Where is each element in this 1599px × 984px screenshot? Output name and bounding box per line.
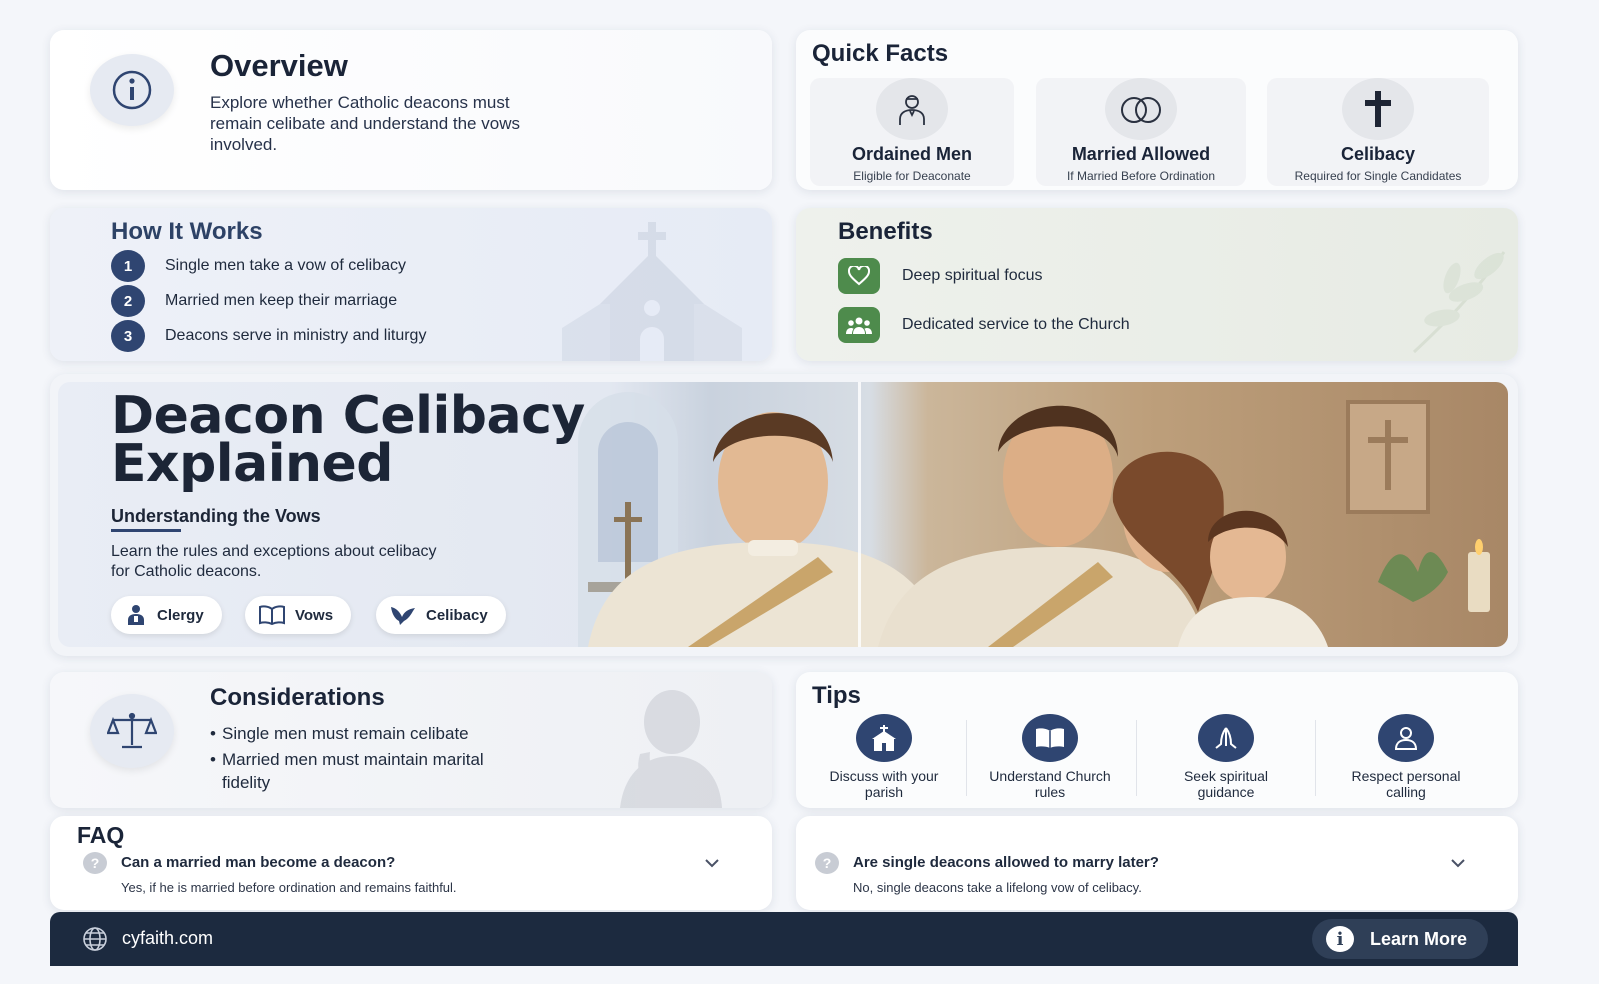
hero-title: Deacon Celibacy Explained xyxy=(111,386,585,494)
tip-item: Respect personal calling xyxy=(1338,714,1474,800)
group-icon xyxy=(838,307,880,343)
book-icon xyxy=(259,605,285,625)
faq-question[interactable]: Are single deacons allowed to marry late… xyxy=(853,854,1159,871)
church-illustration xyxy=(562,222,742,361)
benefit-item: Deep spiritual focus xyxy=(838,258,1043,294)
tip-item: Seek spiritual guidance xyxy=(1158,714,1294,800)
pill-label: Vows xyxy=(295,606,334,624)
person-icon xyxy=(876,78,948,140)
considerations-card: Considerations Single men must remain ce… xyxy=(50,672,772,808)
faq-item-1[interactable]: FAQ ? Can a married man become a deacon?… xyxy=(50,816,772,910)
learn-more-label: Learn More xyxy=(1370,928,1468,949)
praying-hands-icon xyxy=(1198,714,1254,762)
rings-icon xyxy=(1105,78,1177,140)
tip-divider xyxy=(966,720,967,796)
step-number: 3 xyxy=(111,320,145,352)
how-it-works-card: How It Works 1 Single men take a vow of … xyxy=(50,208,772,361)
tips-card: Tips Discuss with your parish Understand… xyxy=(796,672,1518,808)
site-link[interactable]: cyfaith.com xyxy=(122,928,213,949)
tips-title: Tips xyxy=(812,682,861,709)
tip-text: Respect personal calling xyxy=(1351,768,1461,800)
chevron-down-icon[interactable] xyxy=(1450,858,1466,868)
hero-title-line: Deacon Celibacy xyxy=(111,386,585,446)
question-icon: ? xyxy=(83,852,107,874)
benefits-title: Benefits xyxy=(838,218,933,245)
book-icon xyxy=(1022,714,1078,762)
overview-title: Overview xyxy=(210,48,348,83)
footer-bar: cyfaith.com i Learn More xyxy=(50,912,1518,966)
tip-divider xyxy=(1315,720,1316,796)
question-icon: ? xyxy=(815,852,839,874)
hero-banner: Deacon Celibacy Explained Understanding … xyxy=(50,374,1518,656)
tip-text: Seek spiritual guidance xyxy=(1183,768,1269,800)
quick-fact-name: Married Allowed xyxy=(1071,144,1211,164)
faq-title: FAQ xyxy=(77,822,125,848)
quick-fact-ordained-men: Ordained Men Eligible for Deaconate xyxy=(810,78,1014,186)
thinking-silhouette xyxy=(620,690,722,808)
considerations-list: Single men must remain celibate Married … xyxy=(210,722,530,797)
hero-underline xyxy=(111,529,181,532)
hero-subtitle: Understanding the Vows xyxy=(111,506,321,526)
tip-item: Understand Church rules xyxy=(982,714,1118,800)
quick-fact-married-allowed: Married Allowed If Married Before Ordina… xyxy=(1036,78,1246,186)
tip-item: Discuss with your parish xyxy=(816,714,952,800)
clergy-icon xyxy=(128,605,144,625)
heart-icon xyxy=(838,258,880,294)
step-item: 1 Single men take a vow of celibacy xyxy=(111,250,406,282)
benefit-text: Dedicated service to the Church xyxy=(902,316,1130,333)
faq-answer: No, single deacons take a lifelong vow o… xyxy=(853,880,1142,895)
tip-text: Understand Church rules xyxy=(989,768,1111,800)
benefit-text: Deep spiritual focus xyxy=(902,267,1043,284)
pill-celibacy[interactable]: Celibacy xyxy=(376,596,506,634)
step-number: 1 xyxy=(111,250,145,282)
tip-text: Discuss with your parish xyxy=(829,768,939,800)
hero-description: Learn the rules and exceptions about cel… xyxy=(111,543,437,580)
list-item: Single men must remain celibate xyxy=(210,722,530,745)
step-text: Single men take a vow of celibacy xyxy=(165,257,407,274)
overview-card: Overview Explore whether Catholic deacon… xyxy=(50,30,772,190)
step-item: 2 Married men keep their marriage xyxy=(111,285,397,317)
quick-fact-sub: Required for Single Candidates xyxy=(1294,169,1462,183)
church-icon xyxy=(856,714,912,762)
pill-label: Clergy xyxy=(157,606,204,624)
quick-fact-celibacy: Celibacy Required for Single Candidates xyxy=(1267,78,1489,186)
info-icon xyxy=(90,54,174,126)
pill-clergy[interactable]: Clergy xyxy=(111,596,222,634)
step-number: 2 xyxy=(111,285,145,317)
step-item: 3 Deacons serve in ministry and liturgy xyxy=(111,320,426,352)
benefit-item: Dedicated service to the Church xyxy=(838,307,1130,343)
hero-title-line: Explained xyxy=(111,434,394,494)
hero-image: Deacon Celibacy Explained Understanding … xyxy=(58,382,1508,647)
faq-question[interactable]: Can a married man become a deacon? xyxy=(121,854,395,871)
quick-facts-title: Quick Facts xyxy=(812,40,949,67)
overview-text: Explore whether Catholic deacons must re… xyxy=(210,93,520,154)
quick-fact-name: Celibacy xyxy=(1340,144,1416,164)
quick-fact-name: Ordained Men xyxy=(851,144,972,164)
step-text: Deacons serve in ministry and liturgy xyxy=(165,327,427,344)
pill-label: Celibacy xyxy=(426,606,488,624)
quick-fact-sub: If Married Before Ordination xyxy=(1066,169,1216,183)
leaf-illustration xyxy=(1412,251,1506,354)
hero-divider xyxy=(858,382,861,647)
learn-more-button[interactable]: i Learn More xyxy=(1312,919,1488,959)
quick-facts-card: Quick Facts Ordained Men Eligible for De… xyxy=(796,30,1518,190)
person-icon xyxy=(1378,714,1434,762)
how-it-works-title: How It Works xyxy=(111,218,263,245)
list-item: Married men must maintain marital fideli… xyxy=(210,748,530,794)
dove-icon xyxy=(391,607,415,625)
faq-answer: Yes, if he is married before ordination … xyxy=(121,880,457,895)
benefits-card: Benefits Deep spiritual focus Dedicated … xyxy=(796,208,1518,361)
considerations-title: Considerations xyxy=(210,684,385,711)
chevron-down-icon[interactable] xyxy=(704,858,720,868)
tip-divider xyxy=(1136,720,1137,796)
faq-item-2[interactable]: ? Are single deacons allowed to marry la… xyxy=(796,816,1518,910)
scales-icon xyxy=(90,694,174,768)
globe-icon xyxy=(83,927,107,951)
quick-fact-sub: Eligible for Deaconate xyxy=(853,169,971,183)
step-text: Married men keep their marriage xyxy=(165,292,398,309)
cross-icon xyxy=(1342,78,1414,140)
pill-vows[interactable]: Vows xyxy=(245,596,352,634)
info-icon: i xyxy=(1326,926,1354,952)
